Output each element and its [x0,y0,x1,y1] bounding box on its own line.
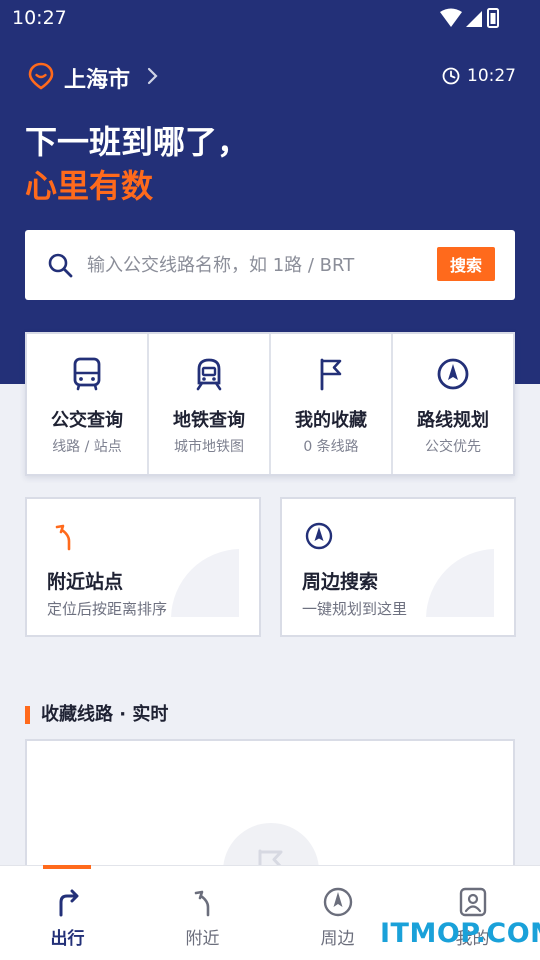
quick-action-title: 公交查询 [51,410,123,431]
subway-icon [196,358,222,391]
search-input[interactable] [87,250,427,280]
city-selector[interactable]: 上海市 [64,62,130,94]
quick-action-subtitle: 0 条线路 [303,439,359,455]
compass-icon [305,522,333,550]
quick-action-title: 路线规划 [417,410,489,431]
watermark: ITMOP.COM [380,918,540,949]
headline-line2: 心里有数 [25,167,154,205]
section-accent-bar [25,706,30,724]
tab-label: 附近 [185,929,220,949]
compass-icon [437,358,469,390]
quick-actions: 公交查询 线路 / 站点 地铁查询 城市地铁图 我的收藏 0 条线路 路线规划 … [25,332,515,476]
search-icon [48,253,73,278]
card-decoration [171,549,239,617]
location-pin-icon[interactable] [28,62,54,90]
status-icons [440,8,499,28]
location-bar: 上海市 10:27 [26,60,516,94]
flag-icon [320,358,342,391]
bus-icon [73,357,101,391]
clock-icon [442,67,460,85]
nearby-stops-card[interactable]: 附近站点 定位后按距离排序 [25,497,261,637]
wifi-icon [440,8,462,27]
turn-arrow-icon [194,890,209,917]
quick-action-favorites[interactable]: 我的收藏 0 条线路 [271,334,393,474]
clock-time: 10:27 [467,66,516,86]
section-title: 收藏线路 · 实时 [41,704,169,725]
headline-line1: 下一班到哪了， [25,123,250,161]
surrounding-search-card[interactable]: 周边搜索 一键规划到这里 [280,497,516,637]
quick-action-bus-query[interactable]: 公交查询 线路 / 站点 [27,334,149,474]
card-title: 附近站点 [47,571,124,593]
profile-icon [459,887,486,917]
quick-action-subtitle: 线路 / 站点 [52,439,122,455]
signal-icon [466,11,482,27]
status-time: 10:27 [12,7,67,29]
card-subtitle: 定位后按距离排序 [47,600,168,618]
tab-nearby[interactable]: 附近 [135,866,270,960]
turn-arrow-icon [55,524,71,551]
route-icon [59,889,78,917]
tab-travel[interactable]: 出行 [0,866,135,960]
card-decoration [426,549,494,617]
quick-action-subtitle: 公交优先 [425,439,481,455]
compass-icon [323,887,352,917]
tab-label: 出行 [50,929,85,949]
quick-action-subtitle: 城市地铁图 [174,439,244,455]
quick-action-route-planning[interactable]: 路线规划 公交优先 [393,334,513,474]
quick-action-subway-query[interactable]: 地铁查询 城市地铁图 [149,334,271,474]
search-bar: 搜索 [25,230,515,300]
quick-action-title: 我的收藏 [295,410,367,431]
chevron-right-icon[interactable] [146,66,160,86]
card-title: 周边搜索 [302,571,379,593]
card-subtitle: 一键规划到这里 [302,600,408,618]
quick-action-title: 地铁查询 [173,410,245,431]
status-bar: 10:27 [0,0,540,36]
active-tab-indicator [43,865,91,869]
search-button[interactable]: 搜索 [437,247,495,281]
